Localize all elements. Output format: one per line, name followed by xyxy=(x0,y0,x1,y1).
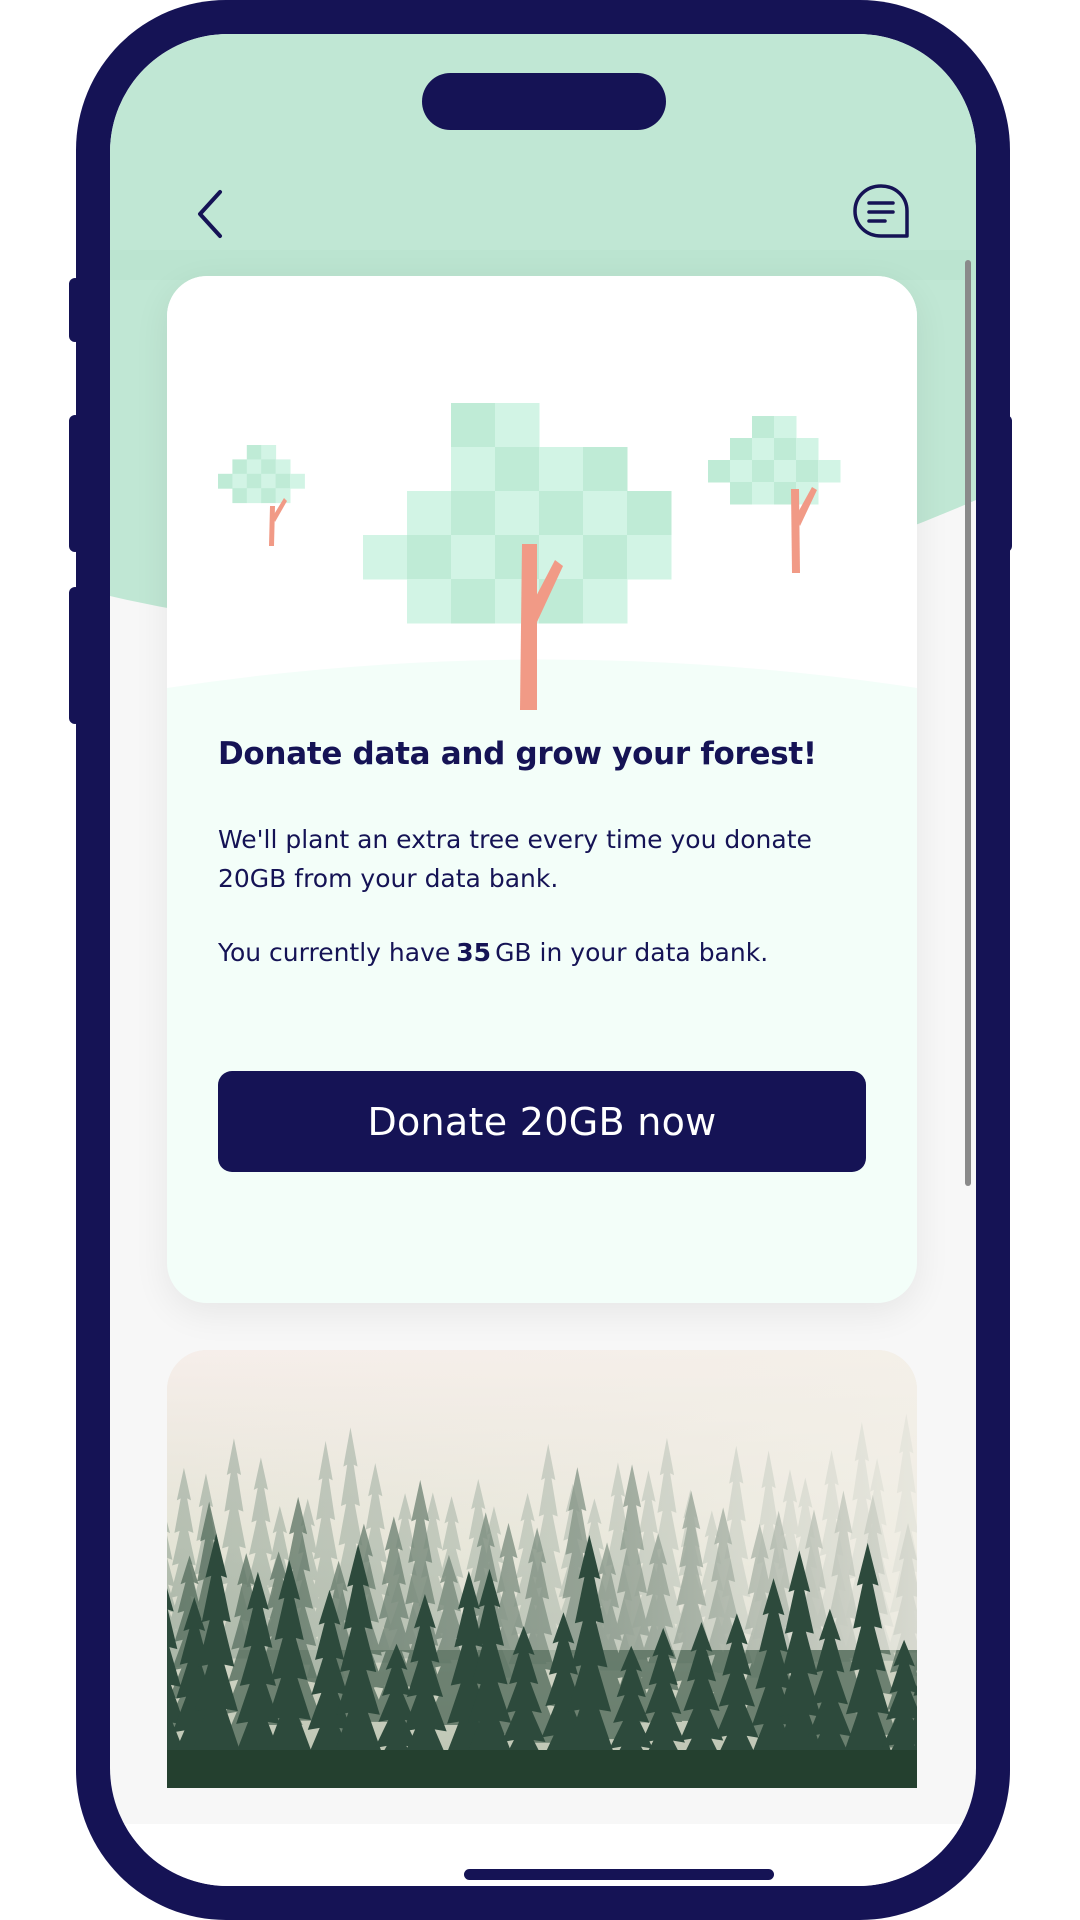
phone-frame: Donate data and grow your forest! We'll … xyxy=(76,0,1010,1920)
device-stage: Donate data and grow your forest! We'll … xyxy=(0,0,1080,1920)
back-button[interactable] xyxy=(180,174,240,254)
donate-button[interactable]: Donate 20GB now xyxy=(218,1071,866,1172)
balance-prefix: You currently have xyxy=(218,938,451,967)
chat-button[interactable] xyxy=(846,176,916,246)
data-balance: You currently have 35 GB in your data bank… xyxy=(218,933,878,972)
pixel-trees-icon xyxy=(167,276,917,710)
donate-card: Donate data and grow your forest! We'll … xyxy=(167,276,917,1303)
card-title: Donate data and grow your forest! xyxy=(218,736,817,772)
home-indicator[interactable] xyxy=(464,1869,774,1880)
card-illustration xyxy=(167,276,917,746)
dynamic-island xyxy=(422,73,666,130)
scrollbar[interactable] xyxy=(965,260,971,1186)
chevron-left-icon xyxy=(198,190,222,238)
chat-bubble-icon xyxy=(853,184,909,238)
phone-screen: Donate data and grow your forest! We'll … xyxy=(110,34,976,1886)
forest-photo xyxy=(167,1350,917,1788)
balance-amount: 35 xyxy=(456,938,492,967)
card-description: We'll plant an extra tree every time you… xyxy=(218,825,812,893)
balance-suffix: GB in your data bank. xyxy=(495,938,769,967)
